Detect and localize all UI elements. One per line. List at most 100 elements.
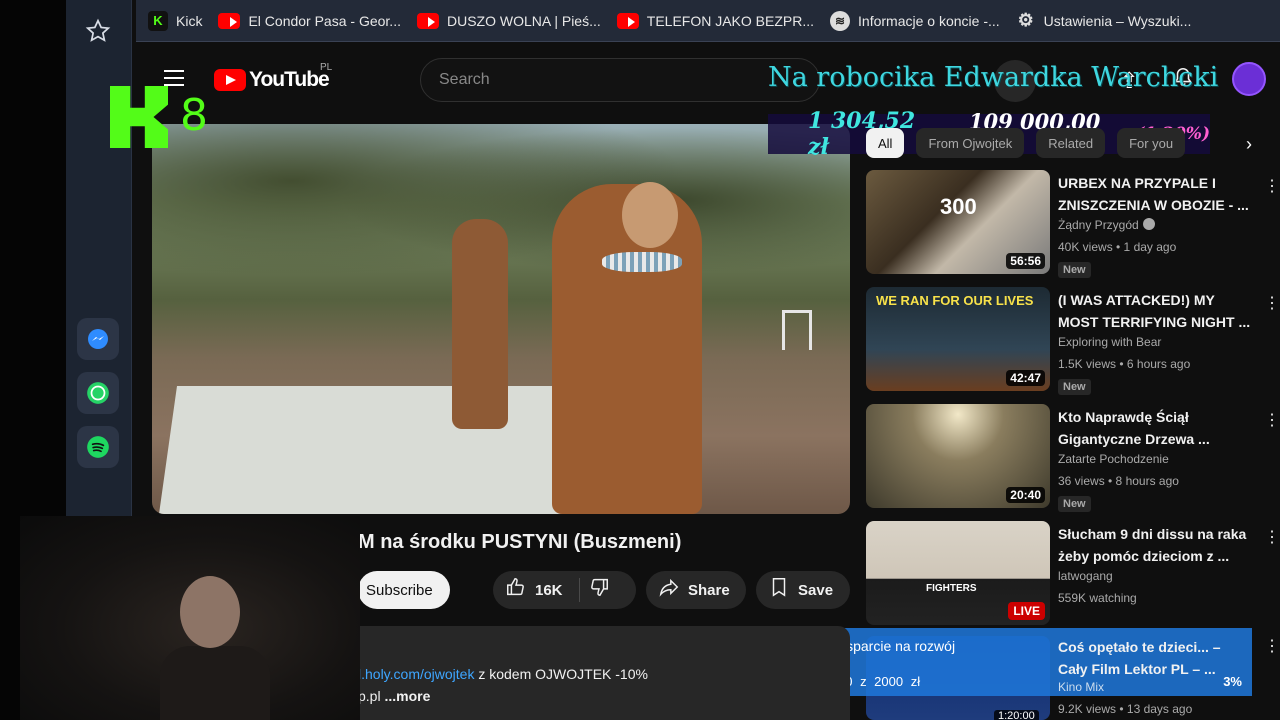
more-options-icon[interactable]: ⋮ bbox=[1264, 527, 1280, 547]
webcam-overlay bbox=[20, 516, 360, 720]
recommendation-title[interactable]: Kto Naprawdę Ściął Gigantyczne Drzewa ..… bbox=[1058, 406, 1256, 450]
save-button[interactable]: Save bbox=[756, 571, 850, 609]
video-meta: 9.2K views • 13 days ago bbox=[1058, 702, 1193, 716]
avatar[interactable] bbox=[1232, 62, 1266, 96]
youtube-icon bbox=[616, 12, 639, 29]
video-thumbnail[interactable]: WE RAN FOR OUR LIVES 42:47 bbox=[866, 287, 1050, 391]
duration-badge: 56:56 bbox=[1006, 253, 1045, 269]
recommendation-title[interactable]: Coś opętało te dzieci... – Cały Film Lek… bbox=[1058, 636, 1238, 680]
bookmark-label: Informacje o koncie -... bbox=[858, 12, 1000, 29]
bookmark-informacje[interactable]: ≋ Informacje o koncie -... bbox=[830, 10, 1000, 31]
channel-name[interactable]: latwogang bbox=[1058, 569, 1113, 583]
webcam-person-face bbox=[180, 576, 240, 648]
more-button[interactable]: ...more bbox=[384, 688, 430, 704]
share-icon bbox=[658, 576, 680, 604]
spotify-icon[interactable] bbox=[77, 426, 119, 468]
search-placeholder: Search bbox=[439, 71, 490, 88]
more-options-icon[interactable]: ⋮ bbox=[1264, 636, 1280, 656]
channel-name[interactable]: Exploring with Bear bbox=[1058, 335, 1161, 349]
youtube-icon bbox=[416, 12, 439, 29]
video-frame-chair bbox=[782, 310, 812, 350]
new-badge: New bbox=[1058, 496, 1091, 512]
video-frame-person bbox=[452, 219, 508, 429]
messenger-icon[interactable] bbox=[77, 318, 119, 360]
subscribe-button[interactable]: Subscribe bbox=[358, 571, 450, 609]
share-button[interactable]: Share bbox=[646, 571, 746, 609]
description-link[interactable]: p.pl bbox=[358, 688, 381, 704]
chip-from-channel[interactable]: From Ojwojtek bbox=[916, 128, 1025, 158]
bookmark-el-condor-pasa[interactable]: El Condor Pasa - Geor... bbox=[218, 12, 401, 29]
channel-name[interactable]: Zatarte Pochodzenie bbox=[1058, 452, 1169, 466]
bookmark-label: El Condor Pasa - Geor... bbox=[248, 12, 401, 29]
more-options-icon[interactable]: ⋮ bbox=[1264, 410, 1280, 430]
video-thumbnail[interactable]: 300 56:56 bbox=[866, 170, 1050, 274]
chip-for-you[interactable]: For you bbox=[1117, 128, 1186, 158]
more-options-icon[interactable]: ⋮ bbox=[1264, 176, 1280, 196]
duration-badge: 20:40 bbox=[1006, 487, 1045, 503]
thumbnail-text: FIGHTERS bbox=[926, 583, 977, 594]
thumbnail-text: WE RAN FOR OUR LIVES bbox=[876, 293, 1034, 308]
description-line: p.pl ...more bbox=[358, 685, 850, 707]
divider bbox=[578, 578, 580, 602]
thumbnail-text: 300 bbox=[940, 194, 977, 219]
like-count[interactable]: 16K bbox=[535, 582, 563, 599]
description-text: z kodem OJWOJTEK -10% bbox=[474, 666, 648, 682]
recommendation-item[interactable]: WE RAN FOR OUR LIVES 42:47 (I WAS ATTACK… bbox=[866, 287, 1280, 397]
channel-name[interactable]: Kino Mix bbox=[1058, 680, 1104, 694]
video-title: M na środku PUSTYNI (Buszmeni) bbox=[358, 531, 682, 553]
youtube-logo[interactable]: YouTube bbox=[214, 68, 330, 92]
star-icon[interactable] bbox=[77, 10, 119, 52]
duration-badge: 42:47 bbox=[1006, 370, 1045, 386]
youtube-logo-text: YouTube bbox=[249, 68, 330, 91]
recommendation-title[interactable]: Słucham 9 dni dissu na raka żeby pomóc d… bbox=[1058, 523, 1256, 567]
chip-related[interactable]: Related bbox=[1036, 128, 1106, 158]
description-line: l.holy.com/ojwojtek z kodem OJWOJTEK -10… bbox=[358, 663, 850, 685]
bookmark-label: Ustawienia – Wyszuki... bbox=[1043, 12, 1192, 29]
channel-name-text: Żądny Przygód bbox=[1058, 218, 1139, 232]
bookmark-duszo-wolna[interactable]: DUSZO WOLNA | Pieś... bbox=[416, 12, 601, 29]
chip-all[interactable]: All bbox=[866, 128, 905, 158]
kick-viewer-count: 8 bbox=[180, 90, 208, 141]
bookmark-label: Kick bbox=[176, 12, 203, 29]
video-frame-head bbox=[622, 182, 678, 248]
gear-icon: ⚙ bbox=[1017, 10, 1034, 30]
subscribe-label: Subscribe bbox=[366, 581, 433, 599]
save-label: Save bbox=[798, 581, 834, 599]
recommendation-item[interactable]: 20:40 Kto Naprawdę Ściął Gigantyczne Drz… bbox=[866, 404, 1280, 514]
thumbs-up-icon[interactable] bbox=[505, 576, 527, 604]
channel-name[interactable]: Żądny Przygód bbox=[1058, 218, 1155, 232]
video-thumbnail[interactable]: FIGHTERS LIVE bbox=[866, 521, 1050, 625]
live-badge: LIVE bbox=[1008, 602, 1045, 620]
search-input[interactable]: Search bbox=[420, 58, 820, 102]
webcam-person-body bbox=[160, 646, 270, 720]
description-link[interactable]: l.holy.com/ojwojtek bbox=[358, 666, 474, 682]
new-badge: New bbox=[1058, 379, 1091, 395]
bookmarks-bar: K Kick El Condor Pasa - Geor... DUSZO WO… bbox=[136, 0, 1280, 42]
bookmark-ustawienia[interactable]: ⚙ Ustawienia – Wyszuki... bbox=[1016, 10, 1192, 31]
video-meta: 40K views • 1 day ago bbox=[1058, 240, 1177, 254]
bookmark-icon bbox=[768, 576, 790, 604]
recommendation-title[interactable]: URBEX NA PRZYPALE I ZNISZCZENIA W OBOZIE… bbox=[1058, 172, 1256, 216]
like-dislike-group: 16K bbox=[493, 571, 636, 609]
chevron-right-icon[interactable]: › bbox=[1246, 134, 1252, 155]
bookmark-label: DUSZO WOLNA | Pieś... bbox=[446, 12, 601, 29]
bookmark-telefon[interactable]: TELEFON JAKO BEZPR... bbox=[616, 12, 815, 29]
video-frame-necklace bbox=[602, 252, 682, 272]
share-label: Share bbox=[688, 581, 730, 599]
video-thumbnail[interactable]: 20:40 bbox=[866, 404, 1050, 508]
video-meta: 1.5K views • 6 hours ago bbox=[1058, 357, 1191, 371]
kick-icon: K bbox=[148, 10, 168, 31]
whatsapp-icon[interactable] bbox=[77, 372, 119, 414]
more-options-icon[interactable]: ⋮ bbox=[1264, 293, 1280, 313]
recommendation-item[interactable]: 300 56:56 URBEX NA PRZYPALE I ZNISZCZENI… bbox=[866, 170, 1280, 280]
menu-icon[interactable] bbox=[164, 70, 184, 86]
bookmark-label: TELEFON JAKO BEZPR... bbox=[646, 12, 815, 29]
bookmark-kick[interactable]: K Kick bbox=[148, 10, 203, 31]
thumbs-down-icon[interactable] bbox=[588, 576, 610, 604]
video-description[interactable]: l.holy.com/ojwojtek z kodem OJWOJTEK -10… bbox=[358, 626, 850, 720]
youtube-logo-icon bbox=[214, 69, 246, 91]
video-player[interactable] bbox=[152, 124, 850, 514]
support-goal-overlay: wsparcie na rozwój 50 z 2000 zł 3% Coś o… bbox=[828, 628, 1252, 696]
recommendation-item[interactable]: FIGHTERS LIVE Słucham 9 dni dissu na rak… bbox=[866, 521, 1280, 631]
recommendation-title[interactable]: (I WAS ATTACKED!) MY MOST TERRIFYING NIG… bbox=[1058, 289, 1256, 333]
